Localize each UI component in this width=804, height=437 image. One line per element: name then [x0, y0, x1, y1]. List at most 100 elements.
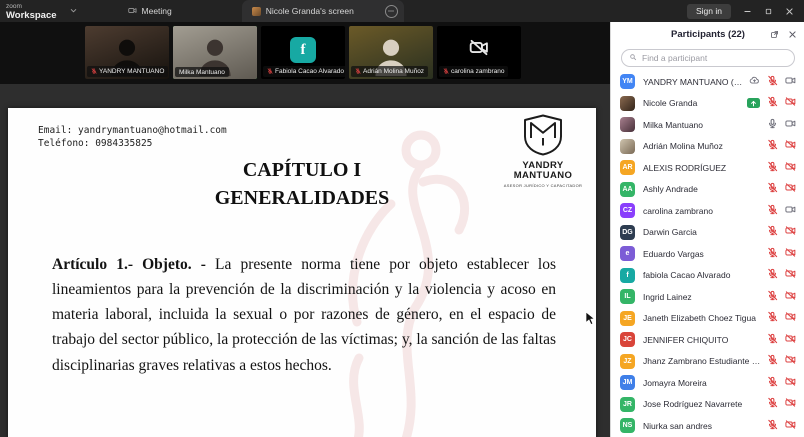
- document-page: Email: yandrymantuano@hotmail.com Teléfo…: [8, 108, 596, 437]
- participant-name: YANDRY MANTUANO (Host, me): [643, 77, 745, 87]
- yandry-mantuano-logo: YANDRY MANTUANO ASESOR JURÍDICO Y CAPACI…: [500, 114, 586, 188]
- participant-row[interactable]: e Eduardo Vargas: [611, 243, 804, 265]
- camera-off-icon: [785, 159, 796, 177]
- close-button[interactable]: [785, 7, 794, 16]
- participant-row[interactable]: Nicole Granda: [611, 93, 804, 115]
- sign-in-button[interactable]: Sign in: [687, 4, 731, 19]
- camera-off-icon: [785, 266, 796, 284]
- camera-off-icon: [785, 245, 796, 263]
- camera-off-icon: [785, 223, 796, 241]
- tab-meeting-label: Meeting: [142, 6, 172, 16]
- article-paragraph: Artículo 1.- Objeto. - La presente norma…: [52, 252, 556, 378]
- pop-out-icon[interactable]: [770, 26, 779, 44]
- camera-icon: [785, 116, 796, 134]
- participant-row[interactable]: Adrián Molina Muñoz: [611, 136, 804, 158]
- participant-name: carolina zambrano: [643, 206, 763, 216]
- participant-row[interactable]: ffabiola Cacao Alvarado: [611, 265, 804, 287]
- muted-mic-icon: [767, 223, 778, 241]
- camera-off-icon: [785, 288, 796, 306]
- video-thumbnail-strip: YANDRY MANTUANO Milka Mantuano f Fabiola C…: [0, 22, 610, 84]
- participant-name: Jomayra Moreira: [643, 378, 763, 388]
- participant-row[interactable]: JE Janeth Elizabeth Choez Tigua: [611, 308, 804, 330]
- muted-mic-icon: [355, 68, 361, 76]
- tile-name-label: Milka Mantuano: [175, 67, 229, 77]
- camera-off-icon: [469, 38, 489, 63]
- presenter-avatar: [252, 7, 261, 16]
- screen-share-icon: [747, 98, 760, 108]
- participant-name: Niurka san andres: [643, 421, 763, 431]
- camera-off-icon: [785, 137, 796, 155]
- avatar: JM: [620, 375, 635, 390]
- participant-row[interactable]: YM YANDRY MANTUANO (Host, me): [611, 71, 804, 93]
- participant-row[interactable]: JCJENNIFER CHIQUITO: [611, 329, 804, 351]
- mic-icon: [767, 116, 778, 134]
- search-placeholder: Find a participant: [642, 53, 707, 63]
- video-tile[interactable]: Adrián Molina Muñoz: [349, 26, 433, 79]
- phone-line: Teléfono: 0984335825: [38, 137, 227, 150]
- participant-row[interactable]: JM Jomayra Moreira: [611, 372, 804, 394]
- participants-header: Participants (22): [611, 22, 804, 47]
- avatar: AR: [620, 160, 635, 175]
- video-tile[interactable]: Milka Mantuano: [173, 26, 257, 79]
- more-options-icon[interactable]: [385, 5, 398, 18]
- video-tile[interactable]: YANDRY MANTUANO: [85, 26, 169, 79]
- participants-title: Participants (22): [671, 29, 745, 40]
- participant-row[interactable]: JRJose Rodríguez Navarrete: [611, 394, 804, 416]
- participant-row[interactable]: Milka Mantuano: [611, 114, 804, 136]
- participant-search-input[interactable]: Find a participant: [621, 49, 795, 67]
- participant-name: Janeth Elizabeth Choez Tigua: [643, 313, 763, 323]
- cloud-recording-icon: [749, 73, 760, 91]
- avatar: CZ: [620, 203, 635, 218]
- maximize-button[interactable]: [764, 7, 773, 16]
- participants-panel: Participants (22) Find a participant YMY…: [610, 22, 804, 437]
- tab-shared-screen[interactable]: Nicole Granda's screen: [242, 0, 404, 22]
- tile-name-label: Fabiola Cacao Alvarado: [263, 66, 345, 77]
- logo-name-line2: MANTUANO: [500, 171, 586, 181]
- camera-off-icon: [785, 94, 796, 112]
- avatar: e: [620, 246, 635, 261]
- avatar: YM: [620, 74, 635, 89]
- camera-off-icon: [785, 417, 796, 435]
- avatar: AA: [620, 182, 635, 197]
- participant-row[interactable]: CZ carolina zambrano: [611, 200, 804, 222]
- tile-name-label: carolina zambrano: [439, 66, 508, 77]
- muted-mic-icon: [767, 202, 778, 220]
- video-tile[interactable]: f Fabiola Cacao Alvarado: [261, 26, 345, 79]
- participant-row[interactable]: NSNiurka san andres: [611, 415, 804, 437]
- participant-name: Milka Mantuano: [643, 120, 763, 130]
- chevron-down-icon[interactable]: [69, 2, 78, 20]
- close-panel-icon[interactable]: [788, 26, 797, 44]
- tab-meeting[interactable]: Meeting: [118, 0, 182, 22]
- article-lead: Artículo 1.- Objeto. -: [52, 256, 206, 273]
- camera-off-icon: [785, 180, 796, 198]
- participant-name: Nicole Granda: [643, 98, 743, 108]
- participant-row[interactable]: AAAshly Andrade: [611, 179, 804, 201]
- muted-mic-icon: [767, 180, 778, 198]
- letter-avatar: f: [290, 37, 316, 63]
- participant-row[interactable]: DGDarwin Garcia: [611, 222, 804, 244]
- search-icon: [629, 53, 637, 63]
- participant-row[interactable]: ILIngrid Lainez: [611, 286, 804, 308]
- participant-name: Darwin Garcia: [643, 227, 763, 237]
- participant-row[interactable]: JZJhanz Zambrano Estudiante Pucem: [611, 351, 804, 373]
- camera-off-icon: [785, 374, 796, 392]
- avatar: JE: [620, 311, 635, 326]
- video-tile[interactable]: carolina zambrano: [437, 26, 521, 79]
- minimize-button[interactable]: [743, 7, 752, 16]
- avatar: [620, 117, 635, 132]
- participant-name: Adrián Molina Muñoz: [643, 141, 763, 151]
- title-bar: zoom Workspace Meeting Nicole Granda's s…: [0, 0, 804, 22]
- muted-mic-icon: [767, 395, 778, 413]
- titlebar-controls: Sign in: [687, 4, 804, 19]
- shared-screen-area: Email: yandrymantuano@hotmail.com Teléfo…: [0, 84, 610, 437]
- participant-name: Jose Rodríguez Navarrete: [643, 399, 763, 409]
- camera-off-icon: [785, 331, 796, 349]
- muted-mic-icon: [767, 331, 778, 349]
- participant-row[interactable]: ARALEXIS RODRÍGUEZ: [611, 157, 804, 179]
- participant-name: Eduardo Vargas: [643, 249, 763, 259]
- brand-workspace-label: Workspace: [6, 11, 57, 21]
- camera-off-icon: [785, 395, 796, 413]
- muted-mic-icon: [767, 73, 778, 91]
- muted-mic-icon: [767, 159, 778, 177]
- muted-mic-icon: [767, 266, 778, 284]
